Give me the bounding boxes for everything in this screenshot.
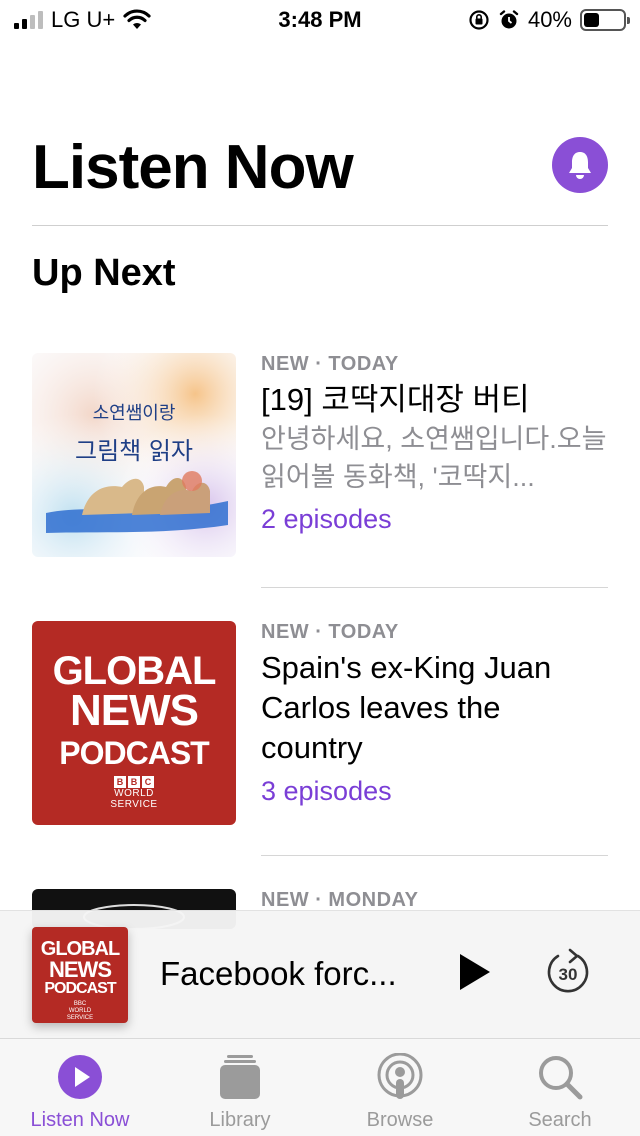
list-item[interactable]: GLOBAL NEWS PODCAST BBC WORLD SERVICE NE… — [32, 621, 608, 825]
tab-library[interactable]: Library — [160, 1039, 320, 1136]
battery-percent: 40% — [527, 7, 572, 32]
page-title: Listen Now — [32, 133, 354, 202]
signal-icon — [14, 11, 43, 29]
orientation-lock-icon — [469, 10, 489, 30]
episode-title: [19] 코딱지대장 버티 — [261, 382, 530, 417]
row-divider — [261, 855, 608, 856]
artwork-service-line-1: WORLD — [114, 788, 154, 799]
bell-icon — [569, 152, 591, 179]
header-divider — [32, 225, 608, 226]
tab-browse[interactable]: Browse — [320, 1039, 480, 1136]
section-title-up-next: Up Next — [32, 252, 176, 294]
search-icon — [539, 1056, 583, 1100]
svg-text:30: 30 — [559, 965, 578, 984]
podcast-artwork-global-news: GLOBAL NEWS PODCAST BBC WORLD SERVICE — [32, 621, 236, 825]
wifi-icon — [123, 9, 151, 29]
artwork-line-global: GLOBAL — [52, 649, 217, 693]
play-icon — [460, 954, 490, 990]
mini-player-title[interactable]: Facebook forc... — [160, 955, 410, 993]
alarm-icon — [499, 10, 519, 29]
status-bar: LG U+ 3:48 PM 40% — [0, 0, 640, 40]
tab-label: Browse — [366, 1109, 434, 1131]
artwork-line-podcast: PODCAST — [59, 735, 209, 771]
tab-bar: Listen Now Library Browse Search — [0, 1038, 640, 1136]
library-icon — [220, 1055, 260, 1099]
mini-player-artwork: GLOBAL NEWS PODCAST BBC WORLD SERVICE — [32, 927, 128, 1023]
carrier-label: LG U+ — [51, 7, 116, 32]
tab-search[interactable]: Search — [480, 1039, 640, 1136]
play-circle-icon — [58, 1055, 102, 1099]
episode-badge: NEW · TODAY — [261, 621, 399, 643]
battery-icon — [580, 9, 630, 31]
skip-forward-30-icon: 30 — [547, 948, 589, 993]
skip-forward-button[interactable]: 30 — [544, 946, 592, 998]
episodes-link[interactable]: 3 episodes — [261, 776, 608, 807]
tab-label: Library — [209, 1109, 271, 1131]
podcast-artwork-story: 소연쌤이랑 그림책 읽자 — [32, 353, 236, 557]
episode-title: Spain's ex-King Juan Carlos leaves the c… — [261, 650, 552, 765]
artwork-title-line-1: 소연쌤이랑 — [92, 403, 176, 424]
bbc-logo: BBC — [32, 776, 236, 788]
podcast-icon — [377, 1053, 423, 1099]
episode-badge: NEW · MONDAY — [261, 889, 419, 911]
episodes-link[interactable]: 2 episodes — [261, 504, 608, 535]
tab-label: Search — [528, 1109, 592, 1131]
episode-description: 안녕하세요, 소연쌤입니다.오늘 읽어볼 동화책, '코딱지... — [261, 424, 607, 492]
episode-badge: NEW · TODAY — [261, 353, 399, 375]
artwork-line-news: NEWS — [70, 686, 199, 735]
artwork-title-line-2: 그림책 읽자 — [74, 437, 194, 465]
row-divider — [261, 587, 608, 588]
tab-listen-now[interactable]: Listen Now — [0, 1039, 160, 1136]
artwork-service-line-2: SERVICE — [110, 799, 158, 810]
play-button[interactable] — [452, 948, 496, 996]
tab-label: Listen Now — [30, 1109, 130, 1131]
notifications-button[interactable] — [552, 137, 608, 193]
